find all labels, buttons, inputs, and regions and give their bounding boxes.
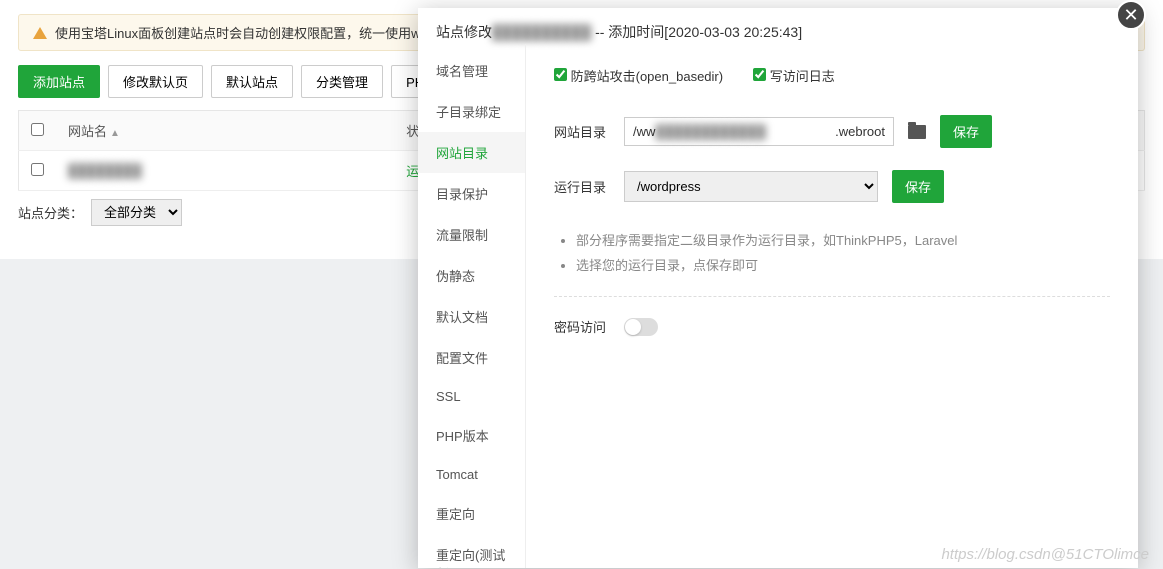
sitedir-input[interactable]: /ww████████████.webroot <box>624 117 894 146</box>
tab-4[interactable]: 流量限制 <box>418 214 525 255</box>
tab-9[interactable]: PHP版本 <box>418 415 525 456</box>
filter-label: 站点分类： <box>18 203 83 222</box>
warning-icon <box>33 27 47 39</box>
tab-6[interactable]: 默认文档 <box>418 296 525 337</box>
tab-3[interactable]: 目录保护 <box>418 173 525 214</box>
site-edit-modal: ✕ 站点修改██████████ -- 添加时间[2020-03-03 20:2… <box>418 8 1138 568</box>
category-filter-select[interactable]: 全部分类 <box>91 199 182 226</box>
default-site-button[interactable]: 默认站点 <box>211 65 293 98</box>
note-item: 部分程序需要指定二级目录作为运行目录，如ThinkPHP5，Laravel <box>576 229 1110 254</box>
watermark: https://blog.csdn@51CTOlimce <box>941 546 1149 563</box>
openbasedir-check[interactable]: 防跨站攻击(open_basedir) <box>554 66 723 85</box>
modal-side-tabs: 域名管理子目录绑定网站目录目录保护流量限制伪静态默认文档配置文件SSLPHP版本… <box>418 44 526 568</box>
tab-0[interactable]: 域名管理 <box>418 50 525 91</box>
modal-title: 站点修改██████████ -- 添加时间[2020-03-03 20:25:… <box>418 8 1138 44</box>
category-mgmt-button[interactable]: 分类管理 <box>301 65 383 98</box>
modify-default-button[interactable]: 修改默认页 <box>108 65 203 98</box>
tab-8[interactable]: SSL <box>418 378 525 415</box>
accesslog-check[interactable]: 写访问日志 <box>753 66 835 85</box>
save-rundir-button[interactable]: 保存 <box>892 170 944 203</box>
notes: 部分程序需要指定二级目录作为运行目录，如ThinkPHP5，Laravel选择您… <box>554 225 1110 297</box>
site-name[interactable]: ████████ <box>68 163 142 178</box>
tab-7[interactable]: 配置文件 <box>418 337 525 378</box>
tab-11[interactable]: 重定向 <box>418 493 525 534</box>
password-toggle[interactable] <box>624 318 658 336</box>
folder-icon[interactable] <box>908 125 926 139</box>
password-label: 密码访问 <box>554 317 610 336</box>
rundir-label: 运行目录 <box>554 177 610 196</box>
select-all-checkbox[interactable] <box>31 123 44 136</box>
save-sitedir-button[interactable]: 保存 <box>940 115 992 148</box>
tab-1[interactable]: 子目录绑定 <box>418 91 525 132</box>
tab-10[interactable]: Tomcat <box>418 456 525 493</box>
row-checkbox[interactable] <box>31 163 44 176</box>
tab-5[interactable]: 伪静态 <box>418 255 525 296</box>
rundir-select[interactable]: /wordpress <box>624 171 878 202</box>
sitedir-label: 网站目录 <box>554 122 610 141</box>
col-name: 网站名▲ <box>56 111 394 151</box>
tab-12[interactable]: 重定向(测试版) <box>418 534 525 568</box>
alert-text: 使用宝塔Linux面板创建站点时会自动创建权限配置，统一使用www 用 <box>55 23 456 42</box>
add-site-button[interactable]: 添加站点 <box>18 65 100 98</box>
close-icon[interactable]: ✕ <box>1116 0 1146 30</box>
modal-content: 防跨站攻击(open_basedir) 写访问日志 网站目录 /ww██████… <box>526 44 1138 568</box>
note-item: 选择您的运行目录，点保存即可 <box>576 254 1110 279</box>
sort-icon[interactable]: ▲ <box>110 128 120 139</box>
tab-2[interactable]: 网站目录 <box>418 132 525 173</box>
